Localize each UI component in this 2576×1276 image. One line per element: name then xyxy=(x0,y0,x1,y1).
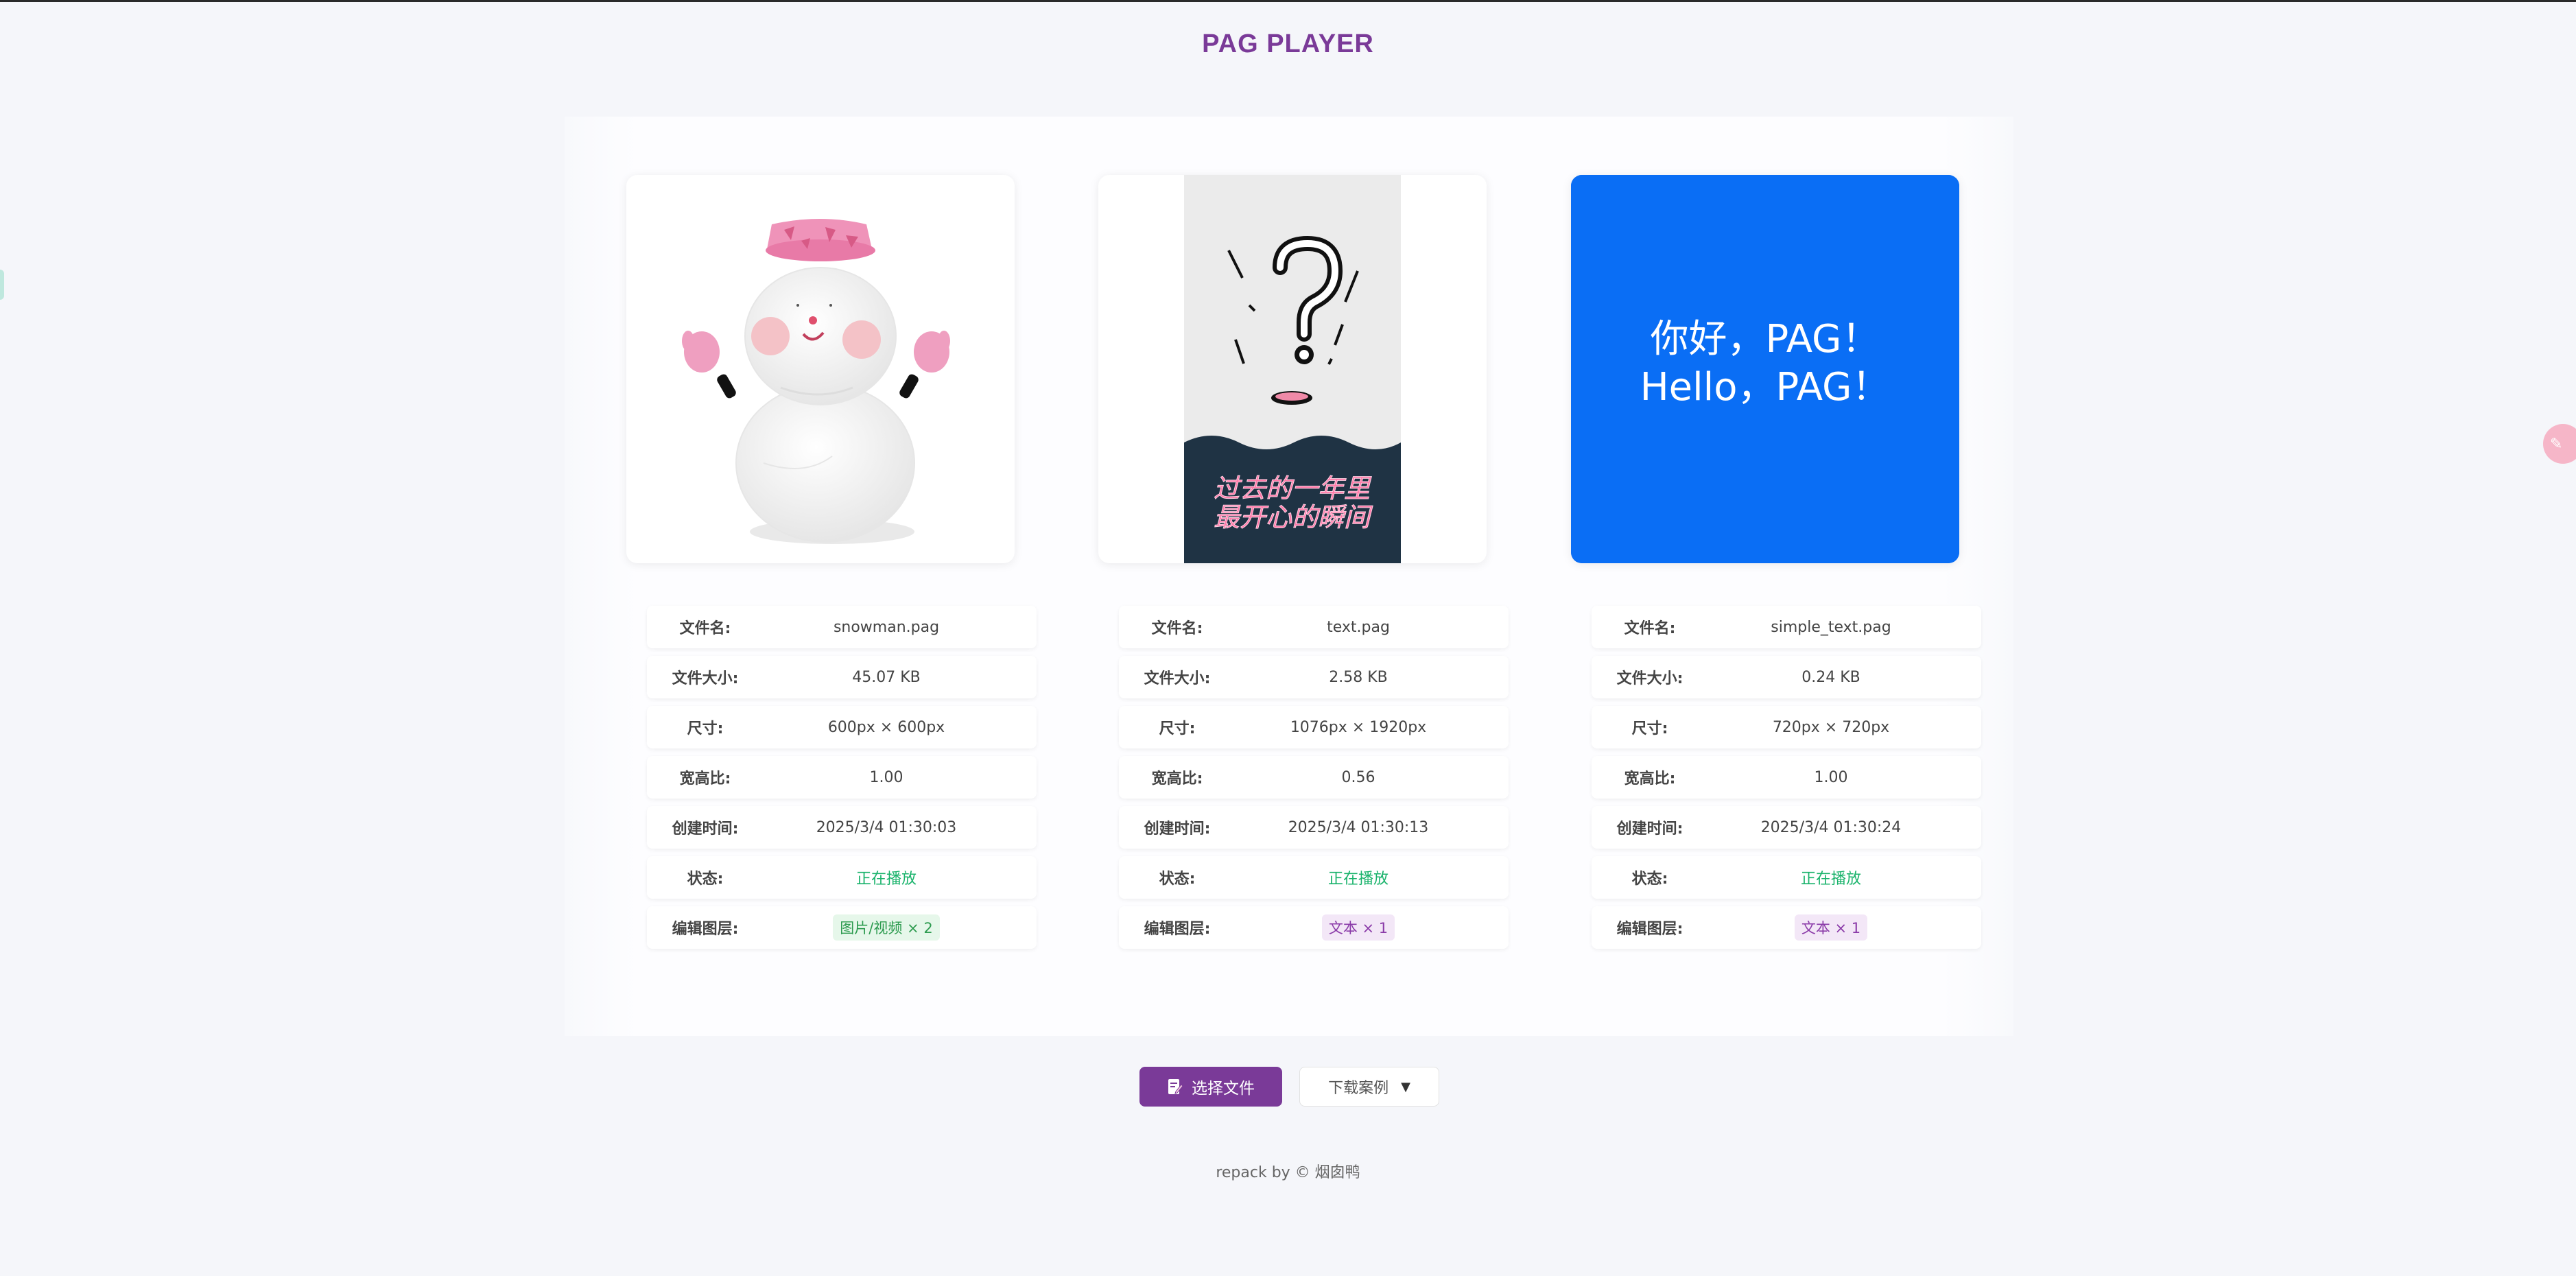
status-badge: 正在播放 xyxy=(1800,871,1861,888)
info-row-created: 创建时间: 2025/3/4 01:30:03 xyxy=(647,806,1037,849)
info-row-aspect-ratio: 宽高比: 1.00 xyxy=(1592,756,1981,799)
question-mark-illustration: 过去的一年里 最开心的瞬间 xyxy=(1184,175,1401,563)
info-key: 编辑图层: xyxy=(1616,921,1683,938)
page-title: PAG PLAYER xyxy=(1202,29,1374,58)
info-key: 文件大小: xyxy=(1144,670,1211,687)
pag-info-list-snowman: 文件名: snowman.pag 文件大小: 45.07 KB 尺寸: 600p… xyxy=(647,606,1037,956)
info-row-aspect-ratio: 宽高比: 0.56 xyxy=(1119,756,1509,799)
info-value: 文本 × 1 xyxy=(1236,914,1509,941)
info-value: 0.24 KB xyxy=(1801,668,1860,686)
info-key: 文件大小: xyxy=(672,670,739,687)
side-indicator xyxy=(0,270,4,300)
info-value: 1076px × 1920px xyxy=(1290,718,1427,736)
helper-glyph-icon: ✎ xyxy=(2550,435,2563,453)
info-row-layers: 编辑图层: 文本 × 1 xyxy=(1592,906,1981,949)
info-value: 600px × 600px xyxy=(827,718,945,736)
info-row-dimensions: 尺寸: 1076px × 1920px xyxy=(1119,706,1509,748)
info-row-status: 状态: 正在播放 xyxy=(647,856,1037,899)
pag-card-simple-text: 你好，PAG！ Hello，PAG！ 文件名: simple_text.pag … xyxy=(1571,175,1981,949)
info-row-dimensions: 尺寸: 600px × 600px xyxy=(647,706,1037,748)
info-key: 文件名: xyxy=(1624,620,1676,637)
info-key: 编辑图层: xyxy=(1144,921,1211,938)
pag-info-list-text: 文件名: text.pag 文件大小: 2.58 KB 尺寸: 1076px ×… xyxy=(1119,606,1509,956)
info-key: 创建时间: xyxy=(1144,820,1211,838)
layer-tag[interactable]: 文本 × 1 xyxy=(1794,914,1868,941)
info-key: 文件名: xyxy=(679,620,731,637)
pag-card-text: 过去的一年里 最开心的瞬间 文件名: text.pag 文件大小: 2.58 K… xyxy=(1098,175,1509,949)
info-value: 2025/3/4 01:30:13 xyxy=(1288,818,1429,836)
pag-preview-snowman[interactable] xyxy=(626,175,1015,563)
info-key: 编辑图层: xyxy=(672,921,739,938)
info-key: 创建时间: xyxy=(1616,820,1683,838)
download-examples-dropdown[interactable]: 下载案例 ▼ xyxy=(1299,1067,1439,1107)
info-row-layers: 编辑图层: 文本 × 1 xyxy=(1119,906,1509,949)
info-row-file-size: 文件大小: 0.24 KB xyxy=(1592,656,1981,698)
layer-tag[interactable]: 文本 × 1 xyxy=(1321,914,1395,941)
info-value: 图片/视频 × 2 xyxy=(764,914,1037,941)
pag-preview-text[interactable]: 过去的一年里 最开心的瞬间 xyxy=(1098,175,1487,563)
layer-tag[interactable]: 图片/视频 × 2 xyxy=(833,914,940,941)
info-row-file-name: 文件名: snowman.pag xyxy=(647,606,1037,648)
footer-credit: repack by © 烟囱鸭 xyxy=(1216,1164,1360,1181)
simple-text-preview: 你好，PAG！ Hello，PAG！ xyxy=(1571,175,1959,563)
info-value: 720px × 720px xyxy=(1772,718,1890,736)
info-value: simple_text.pag xyxy=(1771,618,1891,636)
file-edit-icon xyxy=(1168,1079,1183,1094)
info-key: 尺寸: xyxy=(1631,720,1668,737)
info-row-file-size: 文件大小: 45.07 KB xyxy=(647,656,1037,698)
pag-card-snowman: 文件名: snowman.pag 文件大小: 45.07 KB 尺寸: 600p… xyxy=(626,175,1037,949)
info-key: 状态: xyxy=(687,871,724,888)
info-key: 尺寸: xyxy=(687,720,724,737)
select-file-button[interactable]: 选择文件 xyxy=(1139,1067,1282,1107)
info-row-aspect-ratio: 宽高比: 1.00 xyxy=(647,756,1037,799)
info-row-status: 状态: 正在播放 xyxy=(1592,856,1981,899)
info-key: 状态: xyxy=(1159,871,1196,888)
info-row-created: 创建时间: 2025/3/4 01:30:24 xyxy=(1592,806,1981,849)
floating-helper-icon[interactable]: ✎ xyxy=(2543,424,2576,464)
status-badge: 正在播放 xyxy=(855,871,917,888)
info-value: 0.56 xyxy=(1341,768,1375,786)
info-value: text.pag xyxy=(1327,618,1390,636)
info-value: 2025/3/4 01:30:24 xyxy=(1760,818,1902,836)
info-key: 创建时间: xyxy=(672,820,739,838)
info-row-created: 创建时间: 2025/3/4 01:30:13 xyxy=(1119,806,1509,849)
info-row-dimensions: 尺寸: 720px × 720px xyxy=(1592,706,1981,748)
info-key: 文件大小: xyxy=(1616,670,1683,687)
download-examples-label: 下载案例 xyxy=(1328,1080,1389,1097)
chevron-down-icon: ▼ xyxy=(1401,1079,1410,1094)
info-value: 文本 × 1 xyxy=(1708,914,1981,941)
status-badge: 正在播放 xyxy=(1327,871,1389,888)
info-key: 尺寸: xyxy=(1159,720,1196,737)
neon-text-line-1: 过去的一年里 xyxy=(1214,475,1372,504)
info-row-layers: 编辑图层: 图片/视频 × 2 xyxy=(647,906,1037,949)
info-value: snowman.pag xyxy=(833,618,940,636)
preview-text-line-2: Hello，PAG！ xyxy=(1640,365,1891,410)
info-value: 2025/3/4 01:30:03 xyxy=(816,818,957,836)
info-key: 宽高比: xyxy=(679,770,731,788)
info-value: 2.58 KB xyxy=(1329,668,1388,686)
neon-text-line-2: 最开心的瞬间 xyxy=(1214,504,1373,532)
snowman-illustration xyxy=(682,219,950,544)
info-key: 状态: xyxy=(1631,871,1668,888)
info-value: 1.00 xyxy=(869,768,903,786)
preview-text-line-1: 你好，PAG！ xyxy=(1651,317,1880,362)
info-value: 1.00 xyxy=(1814,768,1848,786)
info-row-file-name: 文件名: text.pag xyxy=(1119,606,1509,648)
info-value: 45.07 KB xyxy=(852,668,921,686)
pag-info-list-simple-text: 文件名: simple_text.pag 文件大小: 0.24 KB 尺寸: 7… xyxy=(1592,606,1981,956)
info-row-status: 状态: 正在播放 xyxy=(1119,856,1509,899)
info-key: 文件名: xyxy=(1151,620,1203,637)
select-file-label: 选择文件 xyxy=(1192,1080,1255,1098)
info-key: 宽高比: xyxy=(1151,770,1203,788)
info-row-file-size: 文件大小: 2.58 KB xyxy=(1119,656,1509,698)
info-row-file-name: 文件名: simple_text.pag xyxy=(1592,606,1981,648)
info-key: 宽高比: xyxy=(1624,770,1676,788)
pag-preview-simple-text[interactable]: 你好，PAG！ Hello，PAG！ xyxy=(1571,175,1959,563)
